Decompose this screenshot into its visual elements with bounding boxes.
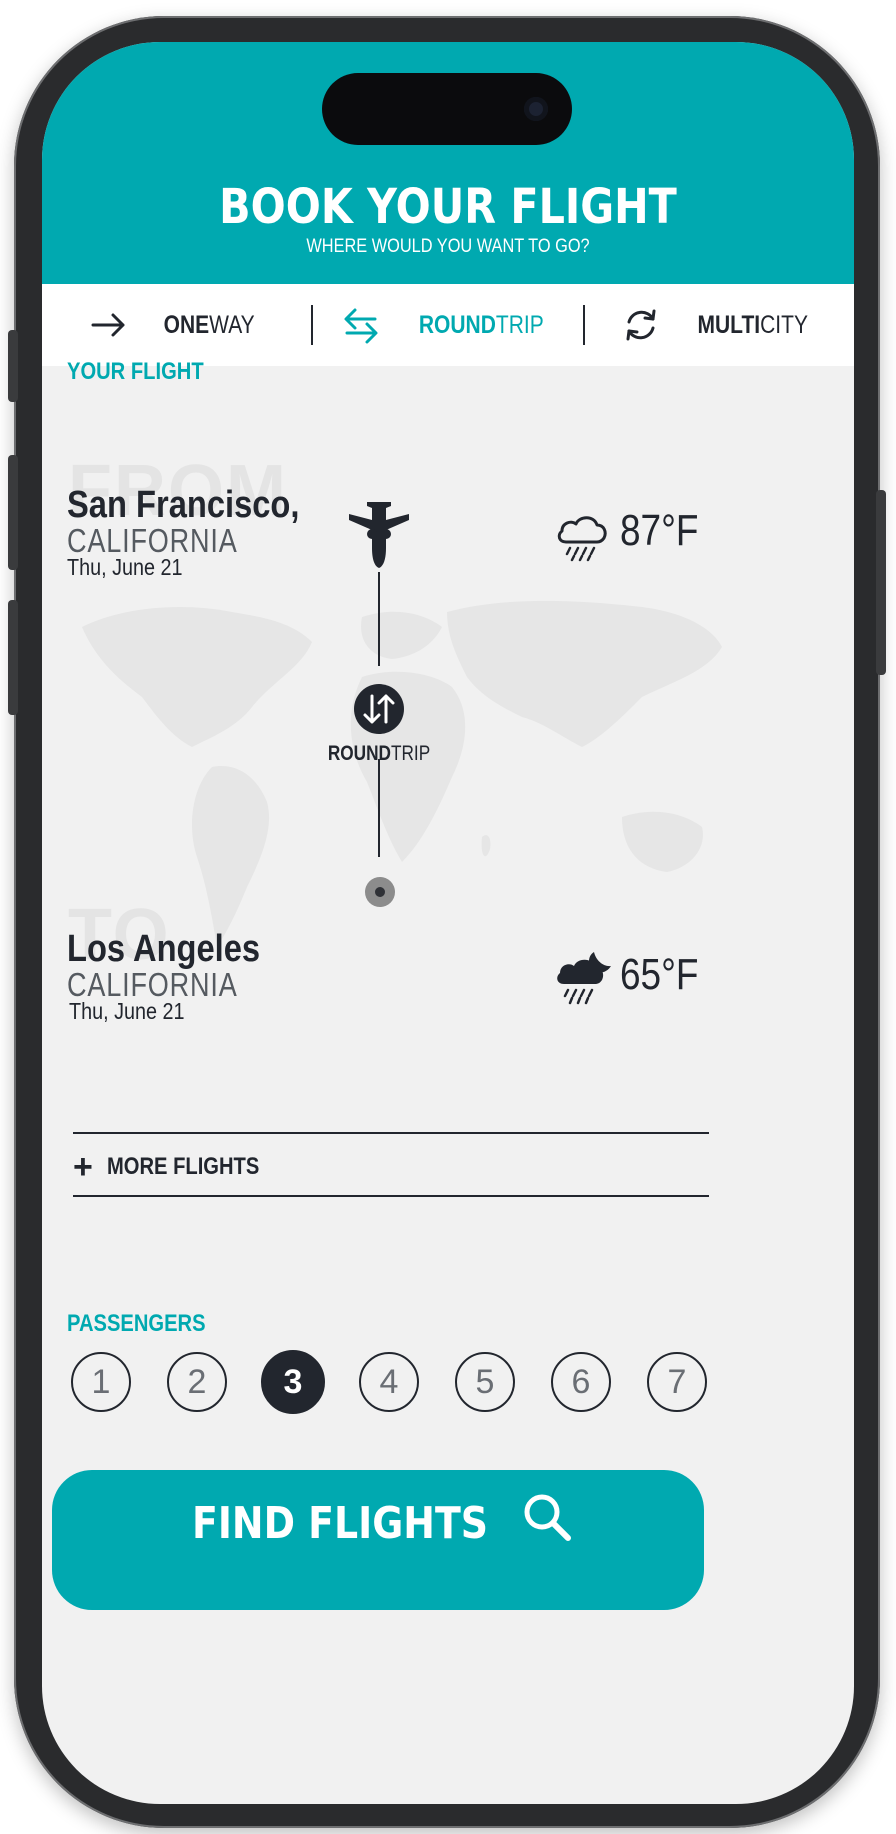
find-flights-button[interactable]: FIND FLIGHTS bbox=[52, 1470, 704, 1610]
passenger-option-7[interactable]: 7 bbox=[647, 1352, 707, 1412]
plus-icon: + bbox=[73, 1148, 93, 1186]
power-button bbox=[876, 490, 886, 675]
your-flight-label: YOUR FLIGHT bbox=[67, 358, 204, 385]
divider bbox=[73, 1132, 709, 1134]
trip-option-label: ONEWAY bbox=[164, 310, 256, 339]
volume-up-button bbox=[8, 455, 18, 570]
from-date[interactable]: Thu, June 21 bbox=[67, 554, 182, 581]
airplane-icon bbox=[349, 502, 409, 568]
camera-icon bbox=[524, 97, 548, 121]
passenger-option-1[interactable]: 1 bbox=[71, 1352, 131, 1412]
passenger-option-3-selected[interactable]: 3 bbox=[261, 1350, 325, 1414]
swap-direction-button[interactable] bbox=[354, 684, 404, 734]
from-temperature: 87°F bbox=[620, 506, 699, 555]
night-rain-cloud-icon bbox=[557, 952, 611, 1005]
search-icon bbox=[524, 1494, 571, 1541]
passenger-selector: 1 2 3 4 5 6 7 bbox=[71, 1350, 711, 1414]
passenger-option-4[interactable]: 4 bbox=[359, 1352, 419, 1412]
route-line-bottom bbox=[378, 759, 380, 857]
dynamic-island bbox=[322, 73, 572, 145]
trip-option-oneway[interactable]: ONEWAY bbox=[42, 284, 311, 366]
refresh-cycle-icon bbox=[626, 309, 656, 341]
divider bbox=[73, 1195, 709, 1197]
more-flights-button[interactable]: + MORE FLIGHTS bbox=[73, 1150, 288, 1184]
swap-arrows-icon bbox=[344, 308, 378, 344]
passenger-option-6[interactable]: 6 bbox=[551, 1352, 611, 1412]
volume-down-button bbox=[8, 600, 18, 715]
passenger-option-2[interactable]: 2 bbox=[167, 1352, 227, 1412]
app-header: BOOK YOUR FLIGHT WHERE WOULD YOU WANT TO… bbox=[42, 42, 854, 284]
more-flights-label: MORE FLIGHTS bbox=[106, 1153, 260, 1180]
page-subtitle: WHERE WOULD YOU WANT TO GO? bbox=[306, 236, 590, 257]
passenger-option-5[interactable]: 5 bbox=[455, 1352, 515, 1412]
up-down-arrows-icon bbox=[363, 694, 395, 724]
trip-option-multicity[interactable]: MULTICITY bbox=[585, 284, 854, 366]
trip-option-roundtrip[interactable]: ROUNDTRIP bbox=[313, 284, 582, 366]
rain-cloud-icon bbox=[557, 516, 607, 562]
trip-option-label: ROUNDTRIP bbox=[418, 310, 544, 339]
action-button bbox=[8, 330, 18, 402]
arrow-right-icon bbox=[91, 313, 125, 337]
to-city[interactable]: Los Angeles bbox=[67, 928, 260, 971]
trip-option-label: MULTICITY bbox=[697, 310, 808, 339]
find-flights-label: FIND FLIGHTS bbox=[192, 1498, 489, 1549]
destination-dot bbox=[365, 877, 395, 907]
route-line-top bbox=[378, 572, 380, 666]
passengers-label: PASSENGERS bbox=[67, 1310, 206, 1337]
app-screen: BOOK YOUR FLIGHT WHERE WOULD YOU WANT TO… bbox=[42, 42, 854, 1804]
to-temperature: 65°F bbox=[620, 950, 699, 999]
to-date[interactable]: Thu, June 21 bbox=[69, 998, 184, 1025]
trip-type-bar: ONEWAY ROUNDTRIP MULTICITY bbox=[42, 284, 854, 366]
from-city[interactable]: San Francisco, bbox=[67, 484, 299, 527]
page-title: BOOK YOUR FLIGHT bbox=[219, 179, 677, 235]
